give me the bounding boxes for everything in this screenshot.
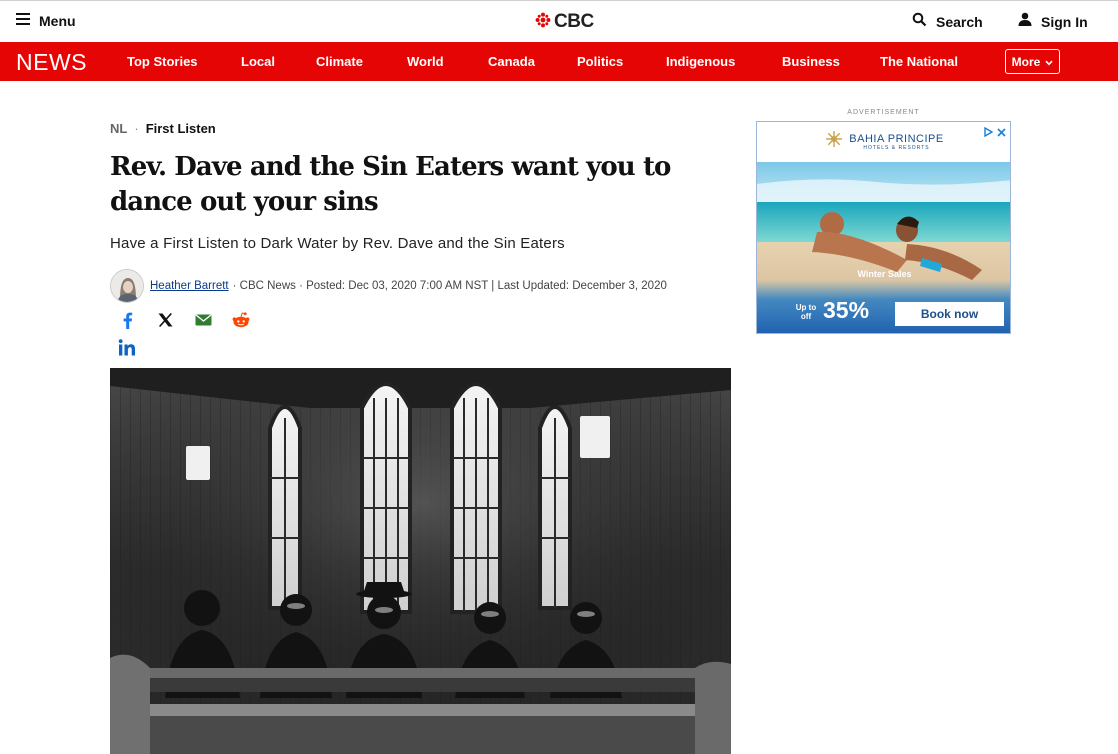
- breadcrumb: NL · First Listen: [110, 121, 216, 136]
- cbc-logo[interactable]: CBC: [535, 11, 594, 33]
- share-bar: [117, 310, 251, 330]
- ad-label: ADVERTISEMENT: [847, 109, 920, 116]
- nav-item-top-stories[interactable]: Top Stories: [127, 54, 198, 69]
- news-brand[interactable]: NEWS: [16, 49, 87, 76]
- ad-brand-name: BAHIA PRINCIPE: [849, 132, 944, 145]
- nav-item-climate[interactable]: Climate: [316, 54, 363, 69]
- more-button[interactable]: More: [1005, 49, 1060, 74]
- search-button[interactable]: Search: [912, 12, 983, 32]
- search-icon: [912, 12, 927, 32]
- nav-item-business[interactable]: Business: [782, 54, 840, 69]
- more-label: More: [1011, 54, 1041, 69]
- menu-button[interactable]: Menu: [16, 12, 76, 30]
- ad-percent: 35%: [823, 297, 870, 323]
- reddit-icon[interactable]: [231, 310, 251, 330]
- book-now-button[interactable]: Book now: [895, 302, 1004, 326]
- byline: Heather Barrett · CBC News · Posted: Dec…: [110, 269, 667, 303]
- ad-upto: Up to off: [795, 303, 817, 321]
- author-avatar[interactable]: [110, 269, 144, 303]
- sign-in-label: Sign In: [1041, 13, 1088, 30]
- menu-label: Menu: [39, 13, 76, 29]
- breadcrumb-region[interactable]: NL: [110, 121, 127, 136]
- x-icon[interactable]: [155, 310, 175, 330]
- ad-brand: BAHIA PRINCIPE HOTELS & RESORTS: [757, 130, 1010, 153]
- author-link[interactable]: Heather Barrett: [150, 280, 229, 292]
- linkedin-icon[interactable]: [118, 339, 136, 361]
- nav-item-local[interactable]: Local: [241, 54, 275, 69]
- byline-meta: · CBC News · Posted: Dec 03, 2020 7:00 A…: [232, 280, 667, 292]
- email-icon[interactable]: [193, 310, 213, 330]
- article-subhead: Have a First Listen to Dark Water by Rev…: [110, 235, 565, 252]
- top-bar: Menu CBC Search Sign In: [0, 0, 1118, 42]
- nav-item-politics[interactable]: Politics: [577, 54, 623, 69]
- search-label: Search: [936, 14, 983, 30]
- sun-logo-icon: [825, 130, 843, 153]
- ad-headline: Winter Sales: [857, 269, 912, 279]
- facebook-icon[interactable]: [117, 310, 137, 330]
- nav-item-canada[interactable]: Canada: [488, 54, 535, 69]
- chevron-down-icon: [1045, 55, 1053, 69]
- cbc-gem-icon: [535, 12, 551, 33]
- article-headline: Rev. Dave and the Sin Eaters want you to…: [110, 152, 671, 217]
- nav-item-the-national[interactable]: The National: [880, 54, 958, 69]
- user-icon: [1018, 12, 1032, 31]
- breadcrumb-category[interactable]: First Listen: [146, 121, 216, 136]
- article-hero-image[interactable]: [110, 368, 731, 754]
- sign-in-button[interactable]: Sign In: [1018, 12, 1088, 31]
- breadcrumb-separator: ·: [134, 121, 139, 136]
- section-nav: NEWS Top Stories Local Climate World Can…: [0, 42, 1118, 81]
- hamburger-icon: [16, 12, 30, 30]
- logo-text: CBC: [554, 11, 594, 32]
- ad-brand-sub: HOTELS & RESORTS: [863, 144, 930, 151]
- nav-item-world[interactable]: World: [407, 54, 444, 69]
- advertisement[interactable]: BAHIA PRINCIPE HOTELS & RESORTS Winter S…: [756, 121, 1011, 334]
- nav-item-indigenous[interactable]: Indigenous: [666, 54, 735, 69]
